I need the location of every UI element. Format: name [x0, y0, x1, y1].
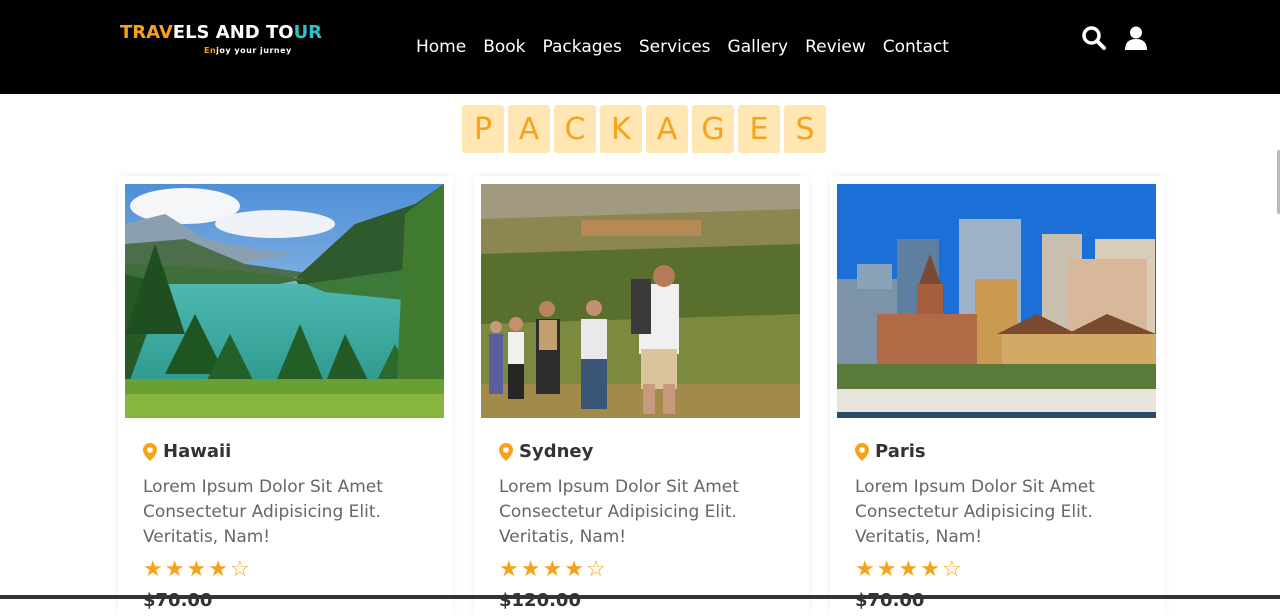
- brand-title-part-3: UR: [293, 22, 323, 43]
- brand-title-part-2: ELS AND TO: [172, 22, 294, 43]
- star-filled-icon: ★: [164, 557, 185, 582]
- heading-letter: A: [508, 105, 550, 153]
- star-filled-icon: ★: [855, 557, 875, 582]
- map-pin-icon: [143, 442, 157, 461]
- package-price: $70.00: [855, 590, 925, 611]
- heading-letter: K: [600, 105, 642, 153]
- map-pin-icon: [855, 442, 869, 461]
- brand-tagline: Enjoy your jurney: [204, 46, 292, 55]
- package-location-name: Sydney: [519, 441, 594, 462]
- heading-letter: C: [554, 105, 596, 153]
- package-card-sydney[interactable]: Sydney Lorem Ipsum Dolor Sit Amet Consec…: [474, 176, 809, 616]
- star-filled-icon: ★: [208, 557, 228, 582]
- navbar: TRAVELS AND TOUR Enjoy your jurney Home …: [0, 0, 1280, 94]
- window-bottom-edge: [0, 595, 1280, 599]
- lake-mountain-photo: [125, 184, 444, 418]
- star-filled-icon: ★: [143, 557, 163, 582]
- package-location: Sydney: [499, 441, 593, 462]
- brand-title: TRAVELS AND TOUR: [120, 22, 322, 44]
- nav-link-home[interactable]: Home: [416, 36, 466, 58]
- star-filled-icon: ★: [876, 557, 897, 582]
- package-location-name: Paris: [875, 441, 926, 462]
- star-filled-icon: ★: [520, 557, 541, 582]
- section-heading-packages: P A C K A G E S: [462, 105, 826, 153]
- star-filled-icon: ★: [898, 557, 919, 582]
- map-pin-icon: [499, 442, 513, 461]
- rating-stars: ★ ★ ★ ★ ☆: [143, 559, 250, 581]
- nav-link-services[interactable]: Services: [639, 36, 711, 58]
- package-description: Lorem Ipsum Dolor Sit Amet Consectetur A…: [499, 477, 739, 547]
- package-location-name: Hawaii: [163, 441, 232, 462]
- package-description: Lorem Ipsum Dolor Sit Amet Consectetur A…: [143, 477, 383, 547]
- star-filled-icon: ★: [186, 557, 207, 582]
- star-filled-icon: ★: [564, 557, 584, 582]
- nav-link-contact[interactable]: Contact: [883, 36, 949, 58]
- nav-link-packages[interactable]: Packages: [543, 36, 622, 58]
- package-price: $120.00: [499, 590, 581, 611]
- brand-tagline-rest: joy your jurney: [216, 46, 292, 55]
- heading-letter: A: [646, 105, 688, 153]
- star-empty-icon: ☆: [229, 557, 250, 582]
- nav-link-book[interactable]: Book: [483, 36, 525, 58]
- brand-title-part-1: TRAV: [120, 22, 173, 43]
- star-filled-icon: ★: [920, 557, 940, 582]
- package-card-paris[interactable]: Paris Lorem Ipsum Dolor Sit Amet Consect…: [830, 176, 1165, 616]
- rating-stars: ★ ★ ★ ★ ☆: [855, 559, 962, 581]
- nav-link-gallery[interactable]: Gallery: [728, 36, 789, 58]
- rating-stars: ★ ★ ★ ★ ☆: [499, 559, 606, 581]
- city-skyline-photo: [837, 184, 1156, 418]
- package-location: Hawaii: [143, 441, 231, 462]
- nav-link-review[interactable]: Review: [805, 36, 866, 58]
- search-icon[interactable]: [1081, 25, 1107, 51]
- nav-icons: [1081, 25, 1149, 51]
- star-empty-icon: ☆: [941, 557, 962, 582]
- star-filled-icon: ★: [499, 557, 519, 582]
- heading-letter: G: [692, 105, 734, 153]
- star-empty-icon: ☆: [585, 557, 606, 582]
- package-card-hawaii[interactable]: Hawaii Lorem Ipsum Dolor Sit Amet Consec…: [118, 176, 453, 616]
- package-location: Paris: [855, 441, 926, 462]
- package-description: Lorem Ipsum Dolor Sit Amet Consectetur A…: [855, 477, 1095, 547]
- main-nav: Home Book Packages Services Gallery Revi…: [416, 36, 966, 58]
- user-icon[interactable]: [1123, 25, 1149, 51]
- package-price: $70.00: [143, 590, 213, 611]
- brand-logo[interactable]: TRAVELS AND TOUR Enjoy your jurney: [120, 22, 322, 55]
- heading-letter: P: [462, 105, 504, 153]
- brand-tagline-accent: En: [204, 46, 217, 55]
- star-filled-icon: ★: [542, 557, 563, 582]
- heading-letter: S: [784, 105, 826, 153]
- hikers-photo: [481, 184, 800, 418]
- heading-letter: E: [738, 105, 780, 153]
